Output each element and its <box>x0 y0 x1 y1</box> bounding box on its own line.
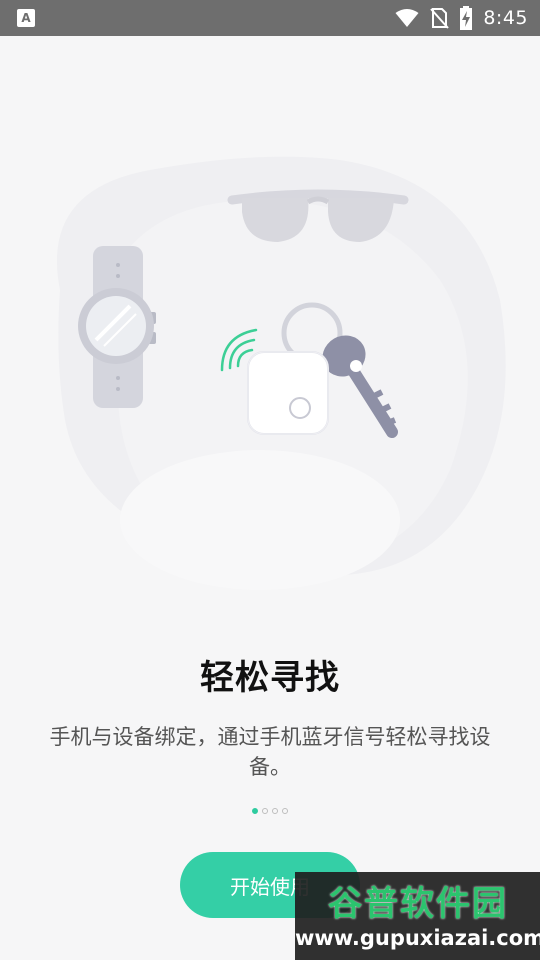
watermark-url: www.gupuxiazai.com <box>295 926 540 950</box>
page-indicator <box>0 808 540 814</box>
onboarding-illustration <box>56 156 506 590</box>
app-notification-icon: A <box>17 9 35 27</box>
status-bar: A 8:45 <box>0 0 540 36</box>
background-blob-bottom <box>120 450 400 590</box>
page-dot-1 <box>252 808 258 814</box>
page-dot-3 <box>272 808 278 814</box>
battery-charging-icon <box>460 6 473 30</box>
watermark-title: 谷普软件园 <box>328 884 508 924</box>
page-dot-2 <box>262 808 268 814</box>
page-title: 轻松寻找 <box>200 658 340 698</box>
wifi-icon <box>395 9 419 27</box>
status-time: 8:45 <box>483 7 528 29</box>
no-sim-icon <box>430 8 450 29</box>
bluetooth-tag-icon <box>247 351 329 435</box>
watermark-logo: 谷普软件园 www.gupuxiazai.com <box>295 872 540 960</box>
page-description: 手机与设备绑定，通过手机蓝牙信号轻松寻找设备。 <box>49 725 491 779</box>
status-icons: 8:45 <box>395 0 528 36</box>
page-dot-4 <box>282 808 288 814</box>
